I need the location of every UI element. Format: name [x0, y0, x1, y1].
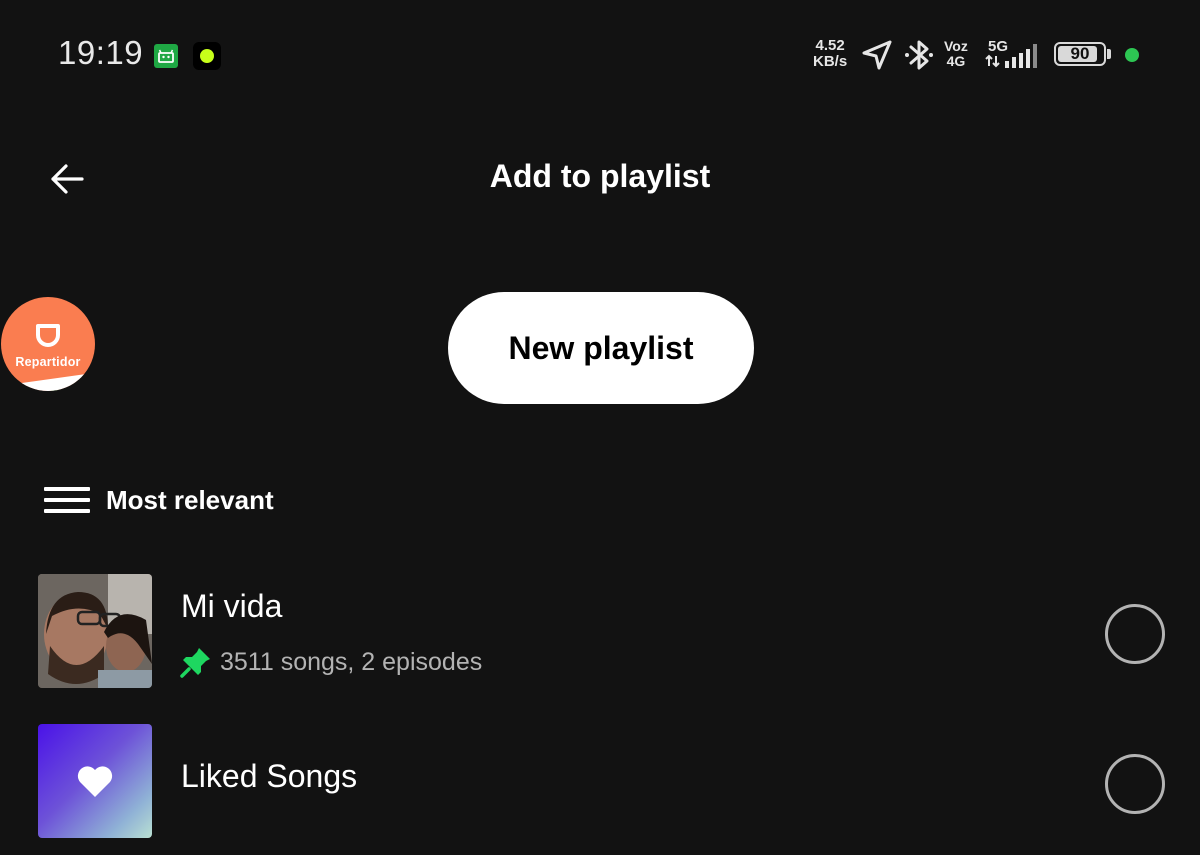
cover-photo-image	[38, 574, 152, 688]
arrow-left-icon	[51, 164, 84, 194]
playlist-select-radio[interactable]	[1105, 604, 1165, 664]
app-notification-icon	[193, 42, 221, 70]
new-playlist-button[interactable]: New playlist	[448, 292, 754, 404]
playlist-row-liked-songs[interactable]: Liked Songs	[0, 724, 1200, 854]
android-notification-icon	[154, 44, 178, 68]
playlist-subtitle-row: 3511 songs, 2 episodes	[180, 646, 482, 678]
playlist-row-mi-vida[interactable]: Mi vida 3511 songs, 2 episodes	[0, 574, 1200, 704]
network-speed: 4.52 KB/s	[813, 38, 847, 70]
sort-label: Most relevant	[106, 484, 274, 515]
didi-logo-icon	[36, 324, 60, 347]
playlist-title: Liked Songs	[181, 758, 358, 794]
network-speed-value: 4.52	[815, 37, 845, 54]
volte-label-bottom: 4G	[946, 53, 966, 69]
add-to-playlist-screen: 19:19 4.52 KB/s Voz 4G 5G 90 Add to play…	[0, 0, 1200, 855]
playlist-title: Mi vida	[181, 588, 283, 624]
volte-indicator: Voz 4G	[944, 39, 968, 69]
heart-icon	[77, 766, 113, 797]
list-sort-icon	[44, 485, 90, 515]
battery-level: 90	[1070, 44, 1090, 63]
volte-label-top: Voz	[944, 38, 968, 54]
privacy-indicator-dot	[1125, 48, 1139, 62]
bluetooth-icon	[905, 40, 933, 70]
playlist-cover-mi-vida	[38, 574, 152, 688]
signal-strength-icon	[985, 44, 1037, 68]
status-bar: 19:19 4.52 KB/s Voz 4G 5G 90	[0, 0, 1200, 110]
bubble-label: Repartidor	[15, 355, 81, 369]
pin-icon	[180, 648, 210, 678]
battery-cap	[1107, 49, 1111, 59]
playlist-subtitle: 3511 songs, 2 episodes	[220, 647, 483, 676]
sort-selector[interactable]: Most relevant	[44, 478, 274, 522]
location-arrow-icon	[862, 40, 892, 70]
battery-icon: 90	[1054, 42, 1106, 66]
page-title: Add to playlist	[489, 158, 711, 194]
back-button[interactable]	[40, 152, 94, 206]
status-time: 19:19	[58, 34, 144, 71]
network-speed-unit: KB/s	[813, 53, 848, 70]
floating-app-bubble[interactable]: Repartidor	[1, 297, 95, 391]
playlist-cover-liked-songs	[38, 724, 152, 838]
playlist-select-radio[interactable]	[1105, 754, 1165, 814]
